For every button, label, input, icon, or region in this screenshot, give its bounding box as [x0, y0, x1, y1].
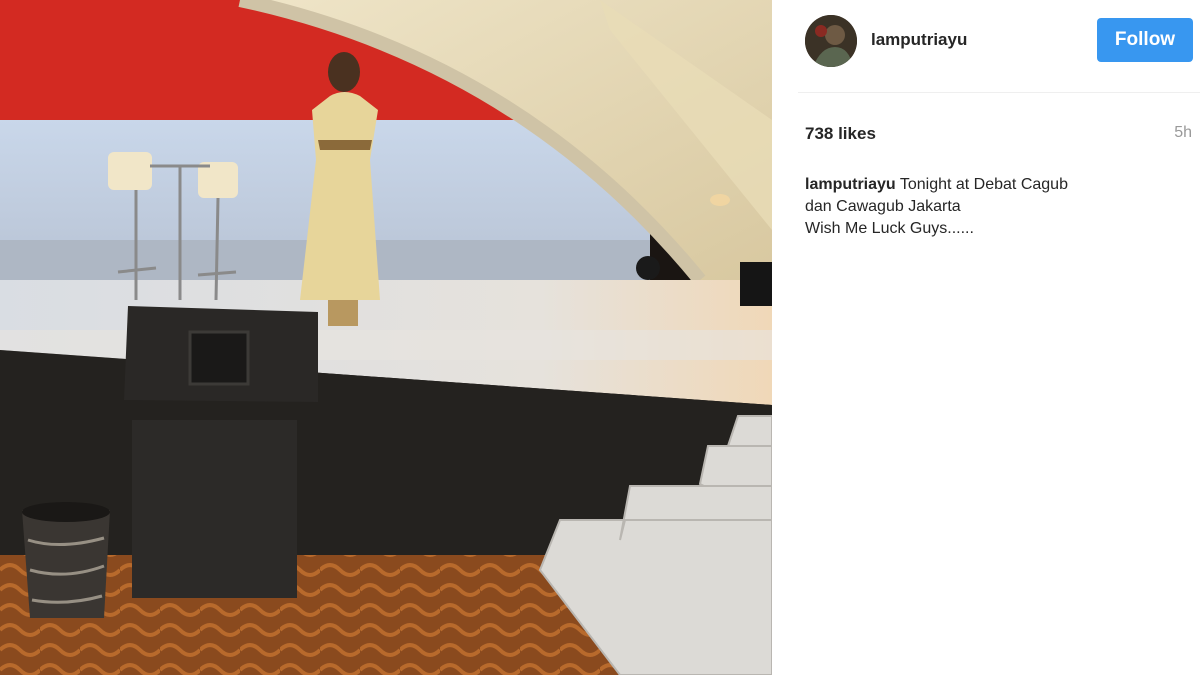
avatar[interactable] [805, 15, 857, 67]
post-timestamp[interactable]: 5h [1174, 124, 1192, 142]
stage-photo-illustration [0, 0, 772, 675]
likes-count[interactable]: 738 likes [805, 124, 876, 144]
follow-button[interactable]: Follow [1097, 18, 1193, 62]
header-divider [798, 92, 1200, 93]
caption-line-3: Wish Me Luck Guys...... [805, 220, 974, 237]
caption-line-1: Tonight at Debat Cagub [899, 176, 1068, 193]
username-link[interactable]: lamputriayu [871, 30, 967, 50]
caption-username[interactable]: lamputriayu [805, 176, 896, 193]
post-photo[interactable] [0, 0, 772, 675]
post-caption: lamputriayu Tonight at Debat Cagub dan C… [805, 174, 1185, 240]
profile-avatar-icon [805, 15, 857, 67]
caption-line-2: dan Cawagub Jakarta [805, 198, 961, 215]
post-sidebar: lamputriayu Follow 738 likes 5h lamputri… [772, 0, 1200, 675]
